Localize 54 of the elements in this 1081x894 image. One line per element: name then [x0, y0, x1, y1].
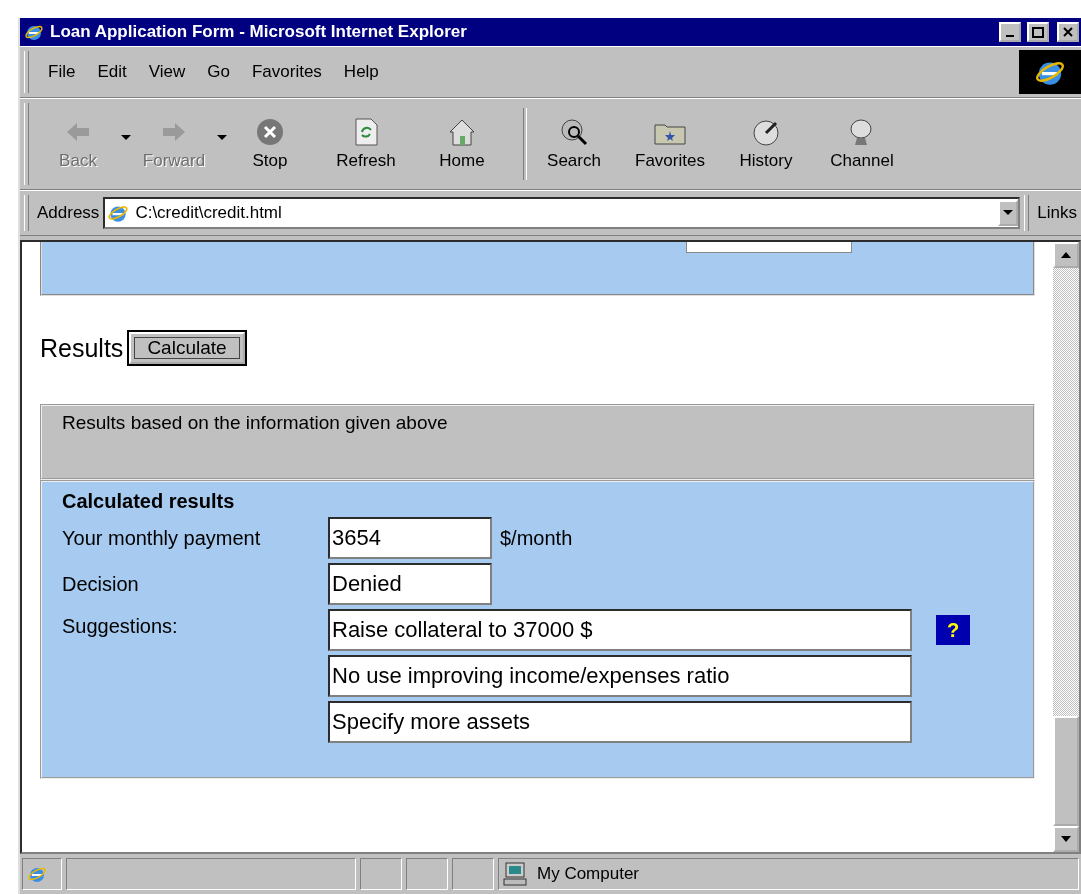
field-label: Your monthly payment: [62, 526, 262, 550]
toolbar-button[interactable]: Refresh: [325, 117, 421, 171]
field-label: Decision: [62, 572, 140, 596]
toolbar-button[interactable]: Stop: [229, 117, 325, 171]
toolbar-button[interactable]: Favorites: [629, 117, 725, 171]
menu-item[interactable]: View: [137, 62, 197, 82]
close-button[interactable]: [1057, 22, 1079, 42]
scroll-down-button[interactable]: [1053, 826, 1079, 852]
maximize-button[interactable]: [1027, 22, 1049, 42]
zone-label: My Computer: [537, 864, 640, 884]
down-caret-icon: [1061, 836, 1071, 842]
input-field[interactable]: [686, 242, 852, 253]
calculate-button[interactable]: Calculate: [129, 332, 245, 364]
output-field[interactable]: Denied: [328, 563, 492, 605]
close-icon: [1063, 27, 1073, 37]
maximize-icon: [1032, 26, 1044, 38]
panel-heading: Calculated results: [62, 490, 236, 513]
computer-icon: [503, 862, 529, 886]
field-label: Suggestions:: [62, 615, 179, 638]
info-panel: Results based on the information given above: [40, 404, 1035, 480]
links-button[interactable]: Links: [1037, 203, 1077, 223]
menu-item[interactable]: Go: [196, 62, 241, 82]
dropdown-caret-icon: [1003, 210, 1014, 216]
magnifier-globe-icon: [559, 117, 589, 147]
help-button[interactable]: ?: [936, 615, 970, 645]
menu-item[interactable]: Help: [332, 62, 390, 82]
window-title: Loan Application Form - Microsoft Internet Explorer: [50, 22, 468, 42]
output-field[interactable]: Specify more assets: [328, 701, 912, 743]
unit-label: $/month: [500, 526, 573, 550]
scroll-up-button[interactable]: [1053, 242, 1079, 268]
address-field[interactable]: C:\credit\credit.html: [103, 197, 1021, 229]
minimize-icon: [1006, 35, 1014, 37]
section-label: Results: [40, 333, 124, 363]
status-pane: [360, 858, 402, 890]
menu-item[interactable]: Favorites: [240, 62, 333, 82]
up-caret-icon: [1061, 252, 1071, 258]
menu-item[interactable]: Edit: [86, 62, 138, 82]
status-pane: [452, 858, 494, 890]
dropdown-button[interactable]: [998, 200, 1019, 226]
stop-icon: [255, 117, 285, 147]
menu-item[interactable]: File: [37, 62, 87, 82]
output-field[interactable]: Raise collateral to 37000 $: [328, 609, 912, 651]
toolbar-button[interactable]: Search: [533, 117, 629, 171]
house-icon: [447, 117, 477, 147]
status-pane: [406, 858, 448, 890]
address-label: Address: [37, 203, 100, 223]
output-field[interactable]: No use improving income/expenses ratio: [328, 655, 912, 697]
toolbar-button[interactable]: History: [725, 117, 821, 171]
output-field[interactable]: 3654: [328, 517, 492, 559]
scroll-thumb[interactable]: [1053, 716, 1079, 826]
toolbar-button[interactable]: Channel: [821, 117, 917, 171]
minimize-button[interactable]: [999, 22, 1021, 42]
scrollbar[interactable]: [1053, 242, 1079, 852]
toolbar-button[interactable]: Home: [421, 117, 517, 171]
